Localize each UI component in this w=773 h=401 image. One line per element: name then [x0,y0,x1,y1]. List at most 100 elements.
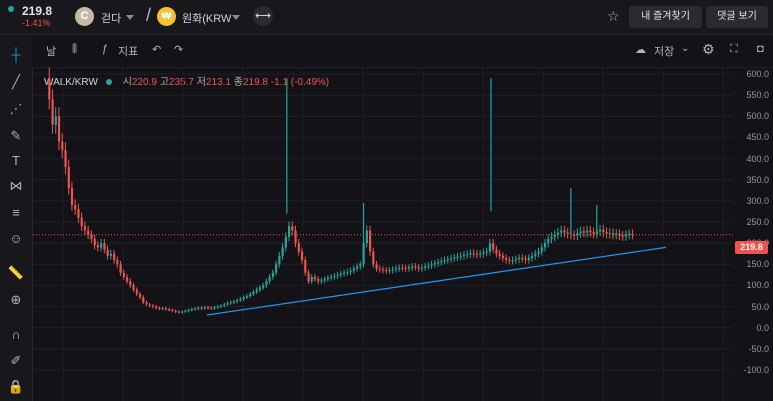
candle-type-icon[interactable]: ⫼ [72,43,77,56]
candle-body [362,243,365,265]
text-tool-icon[interactable]: T [6,151,26,171]
candle-body [417,267,420,269]
candle-body [213,307,216,309]
chevron-down-icon[interactable]: ⌄ [681,43,689,54]
price-axis[interactable]: 600.0 550.0 500.0 450.0 400.0 350.0 300.0 250.0… [733,67,773,401]
gear-icon[interactable]: ⚙ [702,41,715,58]
lock-icon[interactable]: 🔒 [6,377,26,397]
candle-body [547,238,550,244]
candle-body [605,232,608,234]
candle-body [284,236,287,248]
quote-coin-icon: ₩ [157,7,176,26]
candle-body [307,272,310,282]
star-icon[interactable]: ☆ [607,8,620,25]
candle-body [543,243,547,248]
candle-body [492,243,495,250]
brush-icon[interactable]: ✎ [6,126,26,146]
candle-body [602,229,605,233]
y-tick-label: 350.0 [746,174,769,185]
camera-icon[interactable]: ◘ [757,43,764,55]
candle-body [275,264,278,273]
indicators-button[interactable]: 지표 [118,43,138,59]
quote-currency-selector[interactable]: 원화(KRW [182,10,231,26]
candle-body [527,257,530,261]
fullscreen-icon[interactable]: ⛶ [730,43,738,56]
candle-body [203,307,206,309]
interval-selector[interactable]: 날 [46,43,56,59]
chevron-down-icon[interactable] [126,15,134,20]
magnet-icon[interactable]: ∩ [6,325,26,345]
candle-body [171,309,174,311]
base-coin-icon: C [75,7,94,26]
trendline-tool-icon[interactable]: ╱ [6,72,26,92]
favorites-button[interactable]: 내 즐겨찾기 [629,6,702,28]
chevron-down-icon[interactable] [232,15,240,20]
y-tick-label: 300.0 [746,195,769,206]
emoji-icon[interactable]: ☺ [6,229,26,249]
base-coin-selector[interactable]: 걷다 [101,10,121,26]
y-tick-label: 450.0 [746,132,769,143]
candle-body [106,249,109,256]
y-tick-label: 50.0 [751,301,769,312]
candle-body [119,264,122,273]
candle-body [184,310,187,312]
candle-body [80,217,83,227]
candle-body [595,231,598,234]
candle-body [346,271,349,273]
ruler-icon[interactable]: 📏 [6,263,26,283]
candle-body [349,270,352,272]
candle-body [411,266,414,268]
cloud-icon[interactable]: ☁ [635,43,646,56]
measure-tool-icon[interactable]: ≡ [6,203,26,223]
candle-body [566,232,569,234]
candle-body [437,262,440,264]
candle-body [501,255,505,258]
candle-body [524,258,527,261]
fib-tool-icon[interactable]: ⋰ [6,99,26,119]
drawing-tools-sidebar: ┼ ╱ ⋰ ✎ T ⋈ ≡ ☺ 📏 ⊕ ∩ ✐ 🔒 [0,35,33,401]
candle-body [249,293,252,296]
candle-body [239,298,242,301]
undo-icon[interactable]: ↶ [152,43,161,56]
comments-button[interactable]: 댓글 보기 [706,6,768,28]
candle-body [456,256,459,258]
lock-drawing-icon[interactable]: ✐ [6,351,26,371]
candle-body [388,270,391,272]
chart-toolbar: 날 ⫼ ƒ 지표 ↶ ↷ ☁ 저장 ⌄ ⚙ ⛶ ◘ [32,35,773,68]
pattern-tool-icon[interactable]: ⋈ [6,176,26,196]
indicators-icon[interactable]: ƒ [102,43,108,55]
candle-body [155,306,158,308]
candle-body [138,293,142,298]
candle-body [534,253,537,256]
redo-icon[interactable]: ↷ [174,43,183,56]
candle-body [427,265,430,267]
candle-body [96,245,100,248]
candle-body [323,279,326,281]
candle-body [310,276,313,282]
candle-body [161,308,164,310]
candle-body [262,285,265,288]
candle-body [190,309,193,311]
candle-body [226,303,229,305]
candle-body [223,304,226,306]
crosshair-icon[interactable]: ┼ [6,45,26,65]
y-tick-label: -100.0 [743,365,769,375]
candle-body [479,253,482,255]
candle-body [93,238,96,246]
candle-body [291,226,294,231]
candle-body [219,305,223,307]
candle-body [297,243,300,252]
candle-body [488,243,492,252]
candle-body [505,257,508,261]
zoom-in-icon[interactable]: ⊕ [6,290,26,310]
candle-body [64,150,67,168]
candle-body [624,234,628,237]
save-button[interactable]: 저장 [654,43,674,59]
price-chart[interactable] [33,67,733,401]
candle-body [194,308,197,310]
swap-pair-icon[interactable]: ⟷ [253,6,273,26]
candle-body [281,247,284,256]
candle-body [365,230,368,244]
candle-body [278,255,281,265]
y-tick-label: 500.0 [746,111,769,122]
